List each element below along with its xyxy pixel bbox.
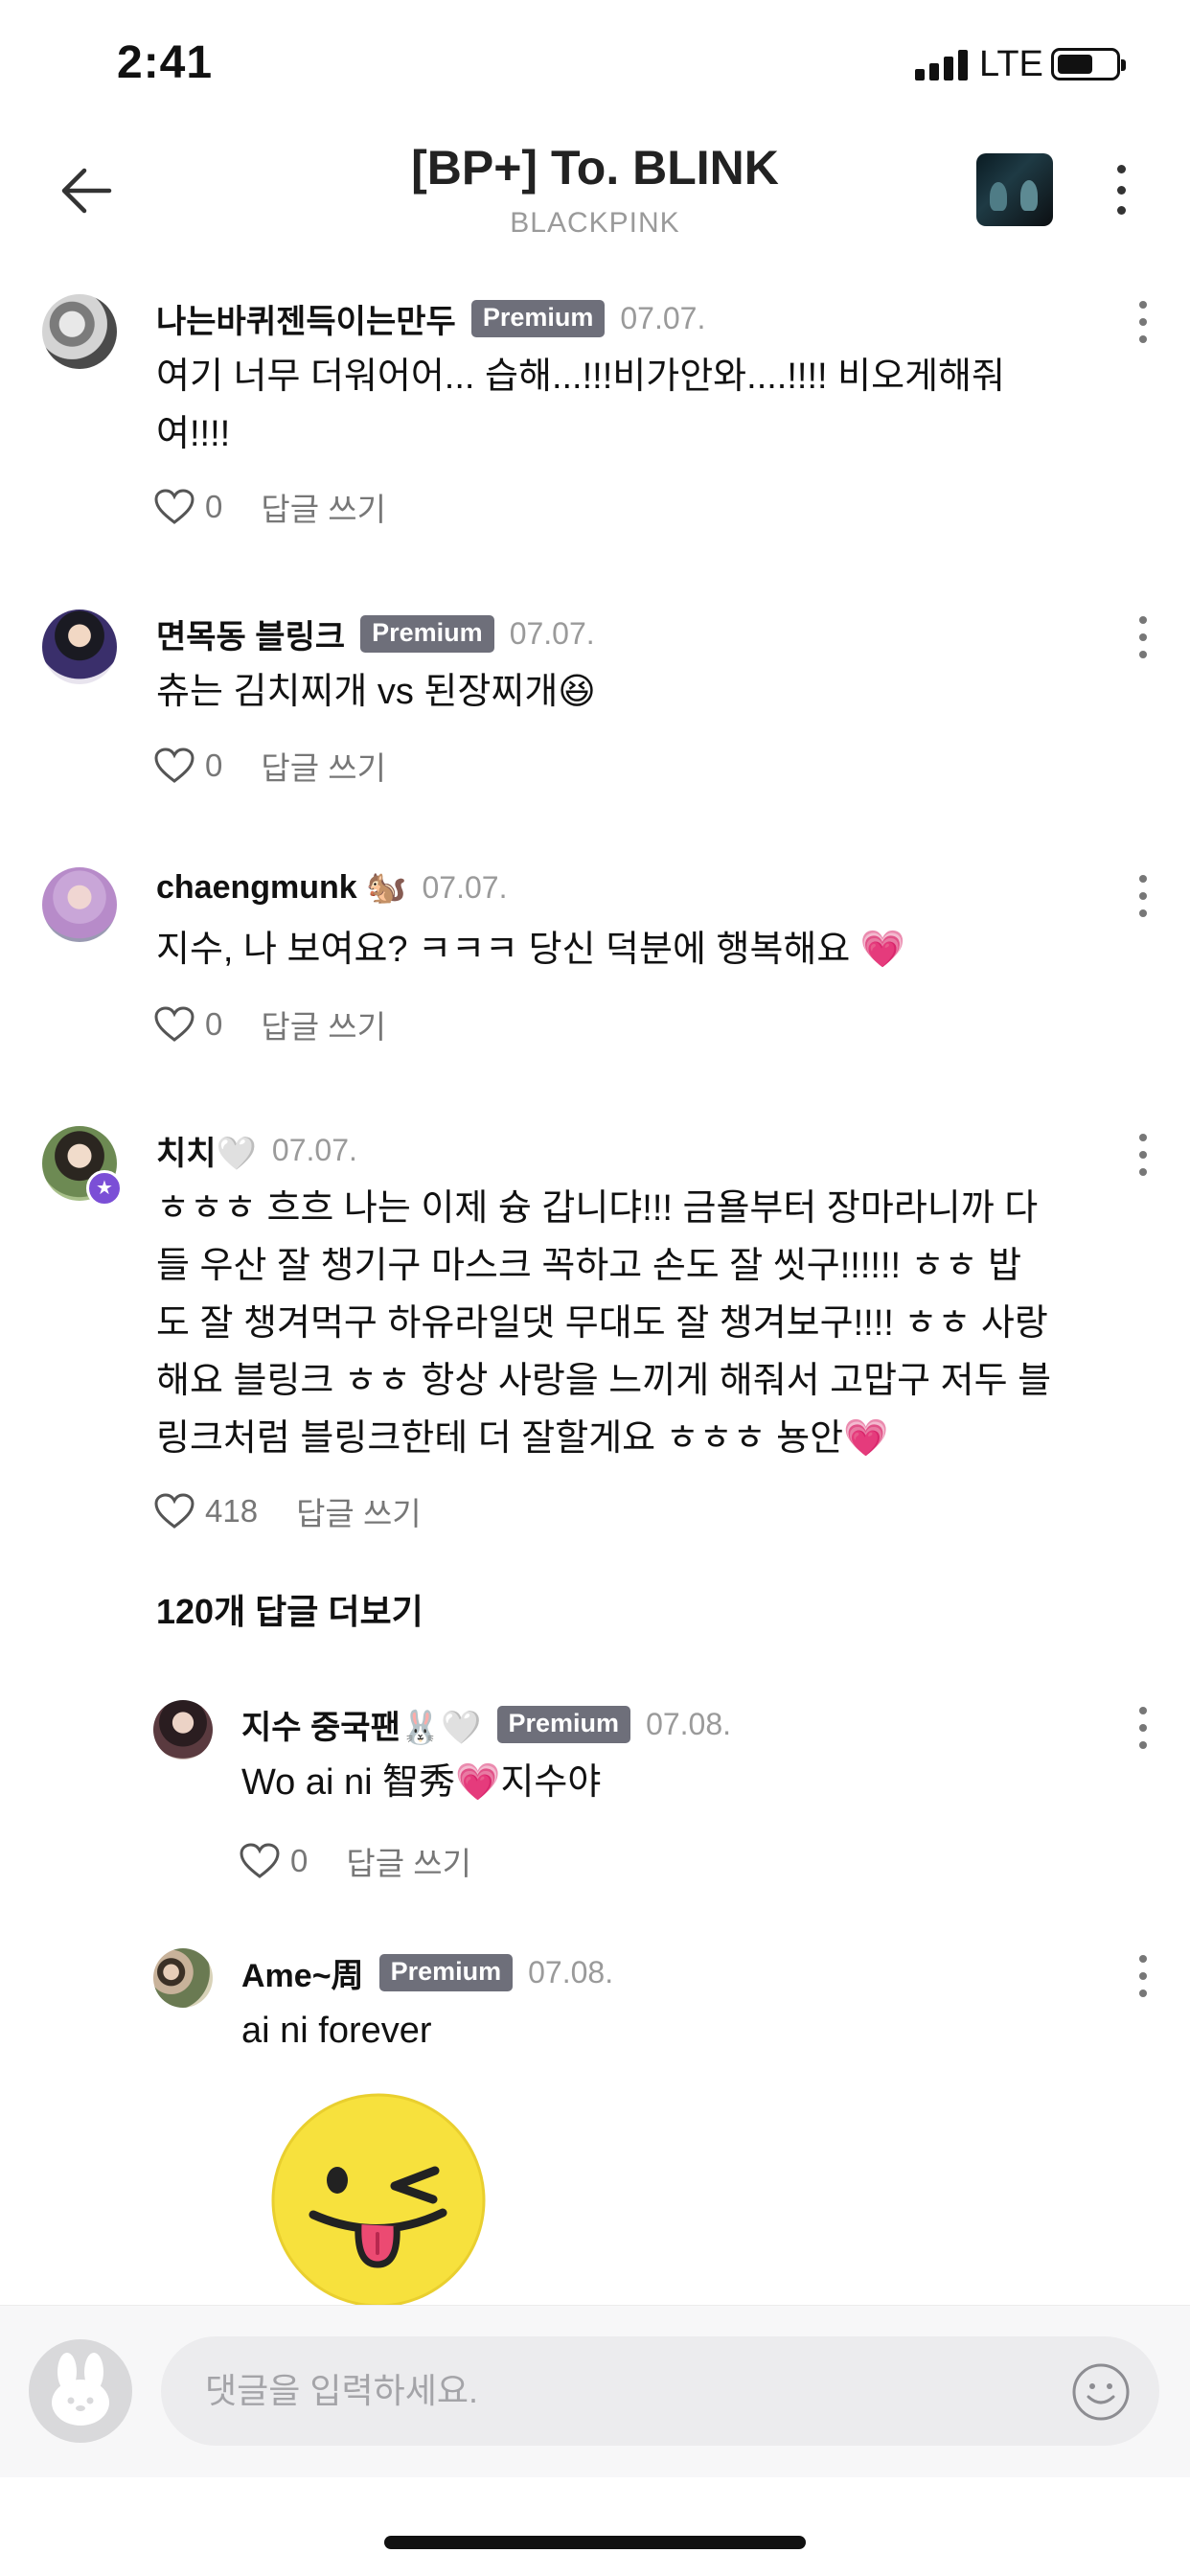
comment-author[interactable]: chaengmunk 🐿️ [156, 868, 407, 907]
like-count: 0 [290, 1843, 309, 1878]
premium-badge: Premium [378, 1954, 514, 1991]
comment-input[interactable] [205, 2336, 1029, 2446]
reply-button[interactable]: 답글 쓰기 [261, 1001, 386, 1047]
rabbit-avatar-icon [52, 2353, 109, 2426]
comment-author[interactable]: 면목동 블링크 [156, 610, 345, 657]
comment-meta: 치치🤍 07.07. [156, 1127, 357, 1174]
comment-actions: 0 답글 쓰기 [153, 1001, 386, 1047]
avatar[interactable] [153, 1700, 213, 1760]
comment-author[interactable]: 치치🤍 [156, 1127, 257, 1174]
reply-meta: 지수 중국팬🐰🤍 Premium 07.08. [241, 1701, 731, 1748]
heart-icon[interactable] [153, 747, 195, 785]
post-header: [BP+] To. BLINK BLACKPINK [0, 125, 1190, 268]
avatar[interactable]: ★ [42, 1126, 123, 1207]
my-avatar[interactable] [29, 2339, 132, 2443]
comment-actions: 0 답글 쓰기 [153, 484, 386, 530]
status-bar: 2:41 LTE [0, 0, 1190, 125]
reply-more-button[interactable] [1133, 1707, 1153, 1749]
reply-text: ai ni forever [241, 2011, 432, 2051]
cellular-signal-icon [915, 50, 968, 80]
network-type: LTE [979, 44, 1043, 84]
reply-date: 07.08. [528, 1955, 614, 1990]
comment-text: 츄는 김치찌개 vs 된장찌개😆 [156, 672, 596, 712]
comment-author[interactable]: 나는바퀴젠득이는만두 [156, 295, 456, 342]
reply-more-button[interactable] [1133, 1955, 1153, 1997]
like-count: 418 [205, 1493, 259, 1529]
reply-button[interactable]: 답글 쓰기 [261, 743, 386, 789]
emoji-icon[interactable] [1071, 2362, 1131, 2422]
more-replies-button[interactable]: 120개 답글 더보기 [156, 1584, 423, 1634]
winking-tongue-sticker [271, 2093, 486, 2305]
avatar[interactable] [42, 610, 117, 684]
battery-icon [1051, 48, 1126, 80]
reply-author[interactable]: Ame~周 [241, 1949, 364, 1996]
reply-text: Wo ai ni 智秀💗지수야 [241, 1762, 602, 1803]
reply-button[interactable]: 답글 쓰기 [296, 1488, 422, 1534]
premium-badge: Premium [496, 1706, 631, 1743]
heart-icon[interactable] [153, 1492, 195, 1530]
comment-text: 여기 너무 더워어어... 습해...!!!비가안와....!!!! 비오게해줘… [156, 356, 1005, 454]
reply-author[interactable]: 지수 중국팬🐰🤍 [241, 1701, 482, 1748]
premium-badge: Premium [470, 300, 606, 337]
comment-more-button[interactable] [1133, 616, 1153, 658]
reply-button[interactable]: 답글 쓰기 [261, 484, 386, 530]
heart-icon[interactable] [153, 488, 195, 526]
like-count: 0 [205, 489, 223, 524]
comment-date: 07.07. [509, 616, 595, 651]
reply-meta: Ame~周 Premium 07.08. [241, 1949, 613, 1996]
comment-date: 07.07. [271, 1133, 357, 1167]
post-thumbnail[interactable] [976, 153, 1053, 226]
status-time: 2:41 [117, 37, 214, 88]
comment-text: ㅎㅎㅎ 흐흐 나는 이제 슝 갑니댜!!! 금욜부터 장마라니까 다 들 우산 … [156, 1188, 1052, 1459]
star-badge-icon: ★ [86, 1170, 123, 1207]
comment-input-field[interactable] [161, 2336, 1159, 2446]
heart-icon[interactable] [239, 1842, 281, 1880]
comment-actions: 418 답글 쓰기 [153, 1488, 422, 1534]
comment-meta: 면목동 블링크 Premium 07.07. [156, 610, 595, 657]
comment-more-button[interactable] [1133, 301, 1153, 343]
like-count: 0 [205, 1006, 223, 1042]
avatar[interactable] [42, 867, 117, 942]
comment-actions: 0 답글 쓰기 [153, 743, 386, 789]
more-options-button[interactable] [1102, 161, 1140, 218]
comment-more-button[interactable] [1133, 1134, 1153, 1176]
like-count: 0 [205, 748, 223, 783]
reply-date: 07.08. [646, 1707, 732, 1741]
comment-meta: 나는바퀴젠득이는만두 Premium 07.07. [156, 295, 705, 342]
comment-date: 07.07. [422, 869, 508, 905]
premium-badge: Premium [360, 615, 494, 653]
comment-text: 지수, 나 보여요? ㅋㅋㅋ 당신 덕분에 행복해요 💗 [156, 930, 906, 970]
avatar[interactable] [42, 294, 117, 369]
reply-button[interactable]: 답글 쓰기 [346, 1838, 471, 1884]
comment-meta: chaengmunk 🐿️ 07.07. [156, 868, 507, 907]
reply-actions: 0 답글 쓰기 [239, 1838, 471, 1884]
comment-more-button[interactable] [1133, 875, 1153, 917]
home-indicator [384, 2536, 806, 2549]
heart-icon[interactable] [153, 1005, 195, 1044]
comment-date: 07.07. [620, 301, 706, 335]
comment-input-bar [0, 2305, 1190, 2477]
avatar[interactable] [153, 1948, 213, 2008]
